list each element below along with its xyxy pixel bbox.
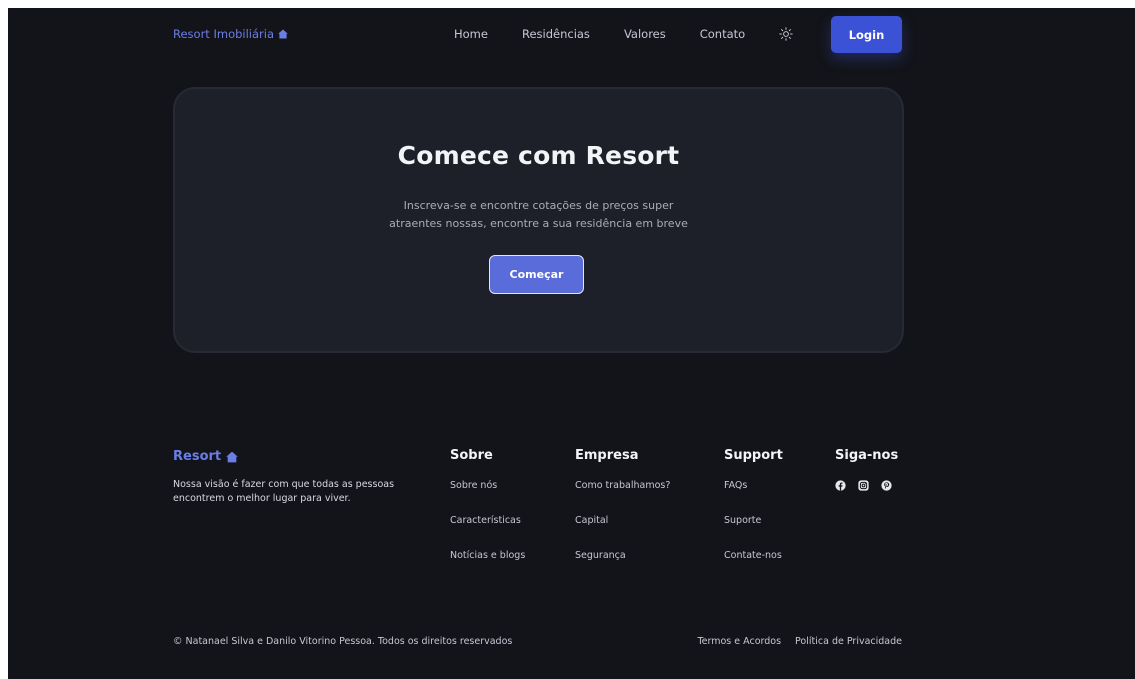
footer-column-title: Support bbox=[724, 448, 783, 463]
hero-subtitle-line-2: atraentes nossas, encontre a sua residên… bbox=[389, 217, 688, 230]
main-nav: Home Residências Valores Contato bbox=[454, 27, 793, 41]
footer-link-suporte[interactable]: Suporte bbox=[724, 515, 783, 550]
terms-link[interactable]: Termos e Acordos bbox=[697, 636, 781, 647]
nav-valores[interactable]: Valores bbox=[624, 27, 666, 41]
page: Resort Imobiliária Home Residências Valo… bbox=[8, 8, 1135, 679]
footer-link-faqs[interactable]: FAQs bbox=[724, 480, 783, 515]
footer-link-capital[interactable]: Capital bbox=[575, 515, 670, 550]
nav-residencias[interactable]: Residências bbox=[522, 27, 590, 41]
brand-name: Resort Imobiliária bbox=[173, 27, 275, 41]
home-icon bbox=[226, 451, 238, 462]
footer-column-empresa: Empresa Como trabalhamos? Capital Segura… bbox=[575, 448, 670, 585]
footer-bottom-bar: © Natanael Silva e Danilo Vitorino Pesso… bbox=[173, 636, 902, 650]
pinterest-icon[interactable] bbox=[881, 480, 892, 491]
footer-description: Nossa visão é fazer com que todas as pes… bbox=[173, 479, 395, 504]
copyright-text: © Natanael Silva e Danilo Vitorino Pesso… bbox=[173, 636, 513, 647]
social-icons bbox=[835, 480, 898, 491]
footer-link-noticias-blogs[interactable]: Notícias e blogs bbox=[450, 550, 525, 585]
facebook-icon[interactable] bbox=[835, 480, 846, 491]
login-button[interactable]: Login bbox=[831, 16, 902, 53]
footer-brand-name: Resort bbox=[173, 449, 222, 464]
footer-link-caracteristicas[interactable]: Características bbox=[450, 515, 525, 550]
hero-title: Comece com Resort bbox=[397, 141, 680, 170]
footer-column-title: Sobre bbox=[450, 448, 493, 463]
brand-logo[interactable]: Resort Imobiliária bbox=[173, 27, 288, 41]
legal-links: Termos e Acordos Política de Privacidade bbox=[697, 636, 902, 647]
footer-column-title: Siga-nos bbox=[835, 448, 899, 463]
footer-column-sobre: Sobre Sobre nós Características Notícias… bbox=[450, 448, 525, 585]
theme-toggle-sun-icon[interactable] bbox=[779, 27, 793, 41]
home-icon bbox=[278, 29, 288, 39]
nav-contato[interactable]: Contato bbox=[700, 27, 745, 41]
footer-brand[interactable]: Resort bbox=[173, 449, 238, 464]
nav-home[interactable]: Home bbox=[454, 27, 488, 41]
footer-link-contate-nos[interactable]: Contate-nos bbox=[724, 550, 783, 585]
privacy-policy-link[interactable]: Política de Privacidade bbox=[795, 636, 902, 647]
hero-card: Comece com Resort Inscreva-se e encontre… bbox=[173, 87, 904, 353]
hero-subtitle: Inscreva-se e encontre cotações de preço… bbox=[175, 197, 902, 233]
footer: Resort Nossa visão é fazer com que todas… bbox=[173, 448, 902, 588]
footer-column-title: Empresa bbox=[575, 448, 639, 463]
instagram-icon[interactable] bbox=[858, 480, 869, 491]
footer-link-como-trabalhamos[interactable]: Como trabalhamos? bbox=[575, 480, 670, 515]
footer-column-support: Support FAQs Suporte Contate-nos bbox=[724, 448, 783, 585]
footer-link-seguranca[interactable]: Segurança bbox=[575, 550, 670, 585]
top-navbar: Resort Imobiliária Home Residências Valo… bbox=[173, 8, 902, 68]
footer-column-social: Siga-nos bbox=[835, 448, 898, 491]
hero-subtitle-line-1: Inscreva-se e encontre cotações de preço… bbox=[403, 199, 674, 212]
footer-link-sobre-nos[interactable]: Sobre nós bbox=[450, 480, 525, 515]
get-started-button[interactable]: Começar bbox=[489, 255, 584, 294]
